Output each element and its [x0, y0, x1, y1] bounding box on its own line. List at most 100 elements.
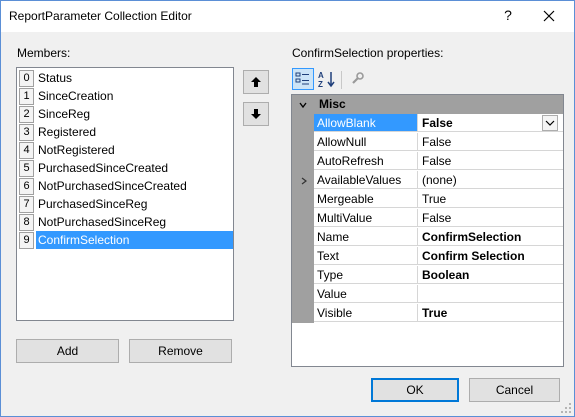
property-row[interactable]: AllowBlank False — [292, 114, 563, 133]
member-index: 7 — [19, 196, 34, 213]
property-gutter — [292, 114, 314, 133]
property-value[interactable] — [418, 285, 563, 303]
member-index: 3 — [19, 124, 34, 141]
property-gutter — [292, 133, 314, 152]
property-name: Mergeable — [314, 190, 418, 208]
move-up-button[interactable] — [243, 70, 269, 94]
svg-text:A: A — [318, 71, 324, 80]
category-misc[interactable]: Misc — [292, 95, 563, 114]
property-gutter — [292, 190, 314, 209]
member-name: NotPurchasedSinceCreated — [38, 179, 187, 193]
property-row[interactable]: Value — [292, 285, 563, 304]
remove-button[interactable]: Remove — [129, 339, 232, 363]
property-gutter — [292, 209, 314, 228]
add-button[interactable]: Add — [16, 339, 119, 363]
property-value[interactable]: True — [418, 190, 563, 208]
arrow-down-icon — [251, 109, 261, 119]
member-name: PurchasedSinceCreated — [38, 161, 169, 175]
chevron-down-icon — [545, 120, 555, 126]
member-index: 2 — [19, 106, 34, 123]
property-row[interactable]: AutoRefresh False — [292, 152, 563, 171]
property-name: AllowNull — [314, 133, 418, 151]
categorized-button[interactable] — [292, 68, 314, 90]
property-value[interactable]: True — [418, 304, 563, 322]
property-gutter — [292, 304, 314, 323]
members-list[interactable]: 0 Status 1 SinceCreation 2 SinceReg 3 Registere… — [16, 67, 234, 321]
member-name: Registered — [38, 125, 97, 139]
member-name: Status — [38, 71, 73, 85]
property-name: Type — [314, 266, 418, 284]
property-gutter — [292, 152, 314, 171]
property-row[interactable]: AllowNull False — [292, 133, 563, 152]
member-item[interactable]: 7 PurchasedSinceReg — [17, 195, 233, 213]
member-name: ConfirmSelection — [36, 231, 233, 249]
arrow-up-icon — [251, 77, 261, 87]
property-row[interactable]: Visible True — [292, 304, 563, 323]
member-item[interactable]: 3 Registered — [17, 123, 233, 141]
close-button[interactable] — [537, 6, 561, 26]
property-grid[interactable]: Misc AllowBlank False AllowNull False AutoRe… — [291, 94, 564, 367]
property-name: Visible — [314, 304, 418, 322]
ok-button[interactable]: OK — [371, 378, 459, 402]
properties-label: ConfirmSelection properties: — [292, 46, 444, 60]
expand-chevron-icon[interactable] — [299, 176, 309, 186]
member-index: 6 — [19, 178, 34, 195]
member-item[interactable]: 8 NotPurchasedSinceReg — [17, 213, 233, 231]
property-pages-button[interactable] — [347, 68, 369, 90]
value-dropdown-button[interactable] — [542, 115, 558, 131]
property-value[interactable]: False — [418, 209, 563, 227]
property-name: Text — [314, 247, 418, 265]
help-button[interactable]: ? — [501, 7, 515, 23]
member-item[interactable]: 6 NotPurchasedSinceCreated — [17, 177, 233, 195]
property-row[interactable]: Text Confirm Selection — [292, 247, 563, 266]
member-item[interactable]: 4 NotRegistered — [17, 141, 233, 159]
member-index: 0 — [19, 70, 34, 87]
alphabetical-button[interactable]: A Z — [316, 68, 338, 90]
window-title: ReportParameter Collection Editor — [9, 9, 192, 23]
property-row[interactable]: Name ConfirmSelection — [292, 228, 563, 247]
member-name: SinceReg — [38, 107, 91, 121]
property-gutter — [292, 285, 314, 304]
collection-editor-dialog: ReportParameter Collection Editor ? Memb… — [0, 0, 575, 417]
member-index: 5 — [19, 160, 34, 177]
member-item[interactable]: 2 SinceReg — [17, 105, 233, 123]
property-name: MultiValue — [314, 209, 418, 227]
member-item[interactable]: 9 ConfirmSelection — [17, 231, 233, 249]
sort-alphabetical-icon: A Z — [318, 71, 335, 89]
property-value[interactable]: False — [418, 133, 563, 151]
property-name: Value — [314, 285, 418, 303]
member-index: 8 — [19, 214, 34, 231]
property-row[interactable]: Type Boolean — [292, 266, 563, 285]
member-index: 4 — [19, 142, 34, 159]
member-item[interactable]: 1 SinceCreation — [17, 87, 233, 105]
member-item[interactable]: 0 Status — [17, 69, 233, 87]
member-item[interactable]: 5 PurchasedSinceCreated — [17, 159, 233, 177]
resize-grip-icon[interactable] — [560, 402, 572, 414]
categorized-icon — [295, 72, 309, 85]
move-down-button[interactable] — [243, 102, 269, 126]
toolbar-separator — [341, 71, 342, 89]
wrench-icon — [352, 72, 364, 84]
property-gutter — [292, 228, 314, 247]
property-row[interactable]: MultiValue False — [292, 209, 563, 228]
cancel-button[interactable]: Cancel — [469, 378, 560, 402]
property-value[interactable]: Boolean — [418, 266, 563, 284]
property-gutter — [292, 247, 314, 266]
property-name: AvailableValues — [314, 171, 418, 189]
property-value[interactable]: Confirm Selection — [418, 247, 563, 265]
close-icon — [543, 10, 555, 22]
member-name: SinceCreation — [38, 89, 114, 103]
property-row[interactable]: AvailableValues (none) — [292, 171, 563, 190]
property-name: Name — [314, 228, 418, 246]
property-gutter — [292, 266, 314, 285]
property-value[interactable]: ConfirmSelection — [418, 228, 563, 246]
member-index: 9 — [19, 232, 34, 249]
property-value[interactable]: (none) — [418, 171, 563, 189]
category-label: Misc — [319, 97, 346, 111]
svg-text:Z: Z — [318, 80, 323, 89]
property-row[interactable]: Mergeable True — [292, 190, 563, 209]
collapse-chevron-icon[interactable] — [297, 99, 309, 111]
member-index: 1 — [19, 88, 34, 105]
property-value[interactable]: False — [418, 152, 563, 170]
member-name: PurchasedSinceReg — [38, 197, 148, 211]
